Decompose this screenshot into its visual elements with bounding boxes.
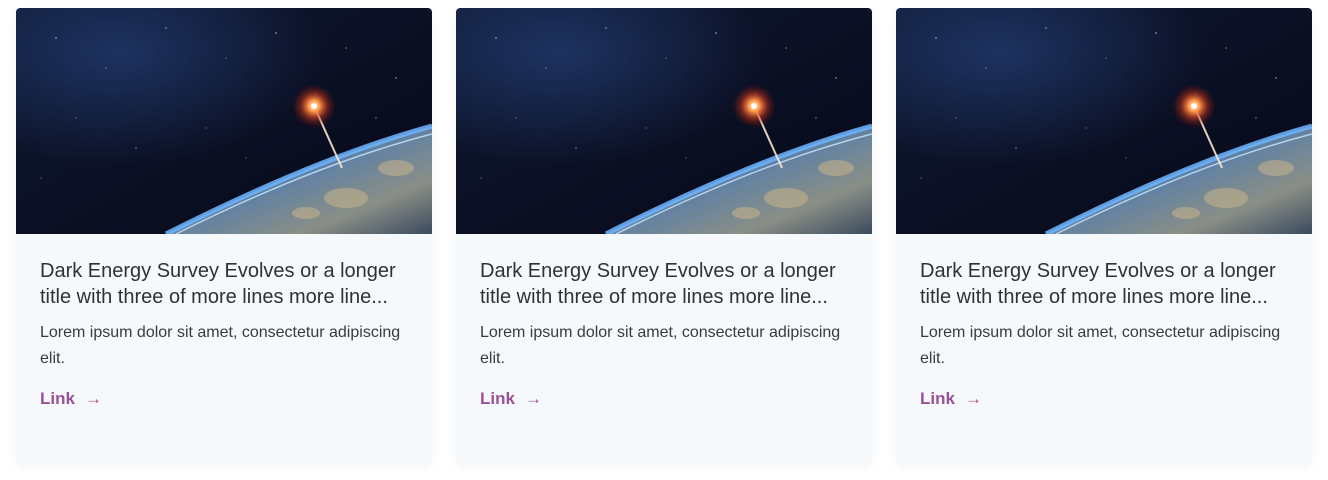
news-card: Dark Energy Survey Evolves or a longer t… xyxy=(896,8,1312,462)
card-description: Lorem ipsum dolor sit amet, consectetur … xyxy=(480,324,841,367)
arrow-right-icon: → xyxy=(524,389,542,408)
card-link[interactable]: Link → xyxy=(40,388,102,410)
card-link-label: Link xyxy=(40,389,75,408)
card-body: Dark Energy Survey Evolves or a longer t… xyxy=(456,234,872,410)
card-image xyxy=(456,8,872,234)
card-link[interactable]: Link → xyxy=(920,388,982,410)
card-description: Lorem ipsum dolor sit amet, consectetur … xyxy=(920,324,1281,367)
arrow-right-icon: → xyxy=(964,389,982,408)
card-image xyxy=(16,8,432,234)
news-card: Dark Energy Survey Evolves or a longer t… xyxy=(456,8,872,462)
arrow-right-icon: → xyxy=(84,389,102,408)
card-title: Dark Energy Survey Evolves or a longer t… xyxy=(40,260,396,308)
card-title: Dark Energy Survey Evolves or a longer t… xyxy=(480,260,836,308)
card-title: Dark Energy Survey Evolves or a longer t… xyxy=(920,260,1276,308)
card-image xyxy=(896,8,1312,234)
card-body: Dark Energy Survey Evolves or a longer t… xyxy=(16,234,432,410)
card-link-label: Link xyxy=(920,389,955,408)
card-body: Dark Energy Survey Evolves or a longer t… xyxy=(896,234,1312,410)
card-link-label: Link xyxy=(480,389,515,408)
card-description: Lorem ipsum dolor sit amet, consectetur … xyxy=(40,324,401,367)
card-link[interactable]: Link → xyxy=(480,388,542,410)
card-grid: Dark Energy Survey Evolves or a longer t… xyxy=(0,0,1328,480)
news-card: Dark Energy Survey Evolves or a longer t… xyxy=(16,8,432,462)
